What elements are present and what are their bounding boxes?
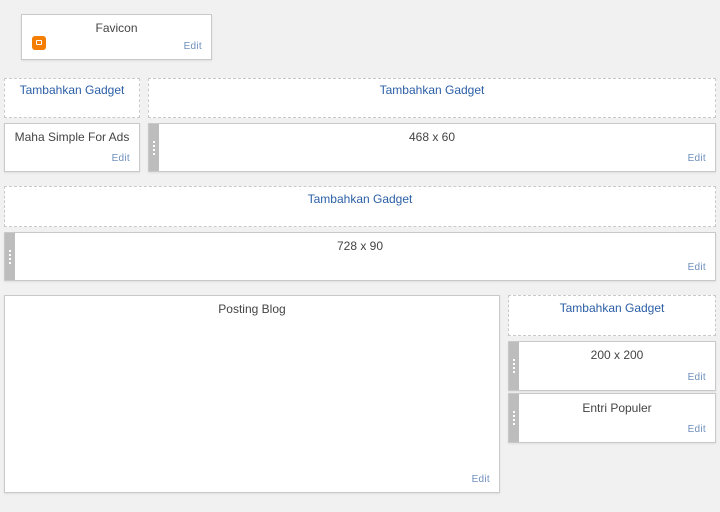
add-gadget-link[interactable]: Tambahkan Gadget bbox=[380, 83, 485, 97]
add-gadget-link[interactable]: Tambahkan Gadget bbox=[308, 192, 413, 206]
add-gadget-header-left: Tambahkan Gadget bbox=[4, 78, 140, 118]
header-title-edit-link[interactable]: Edit bbox=[112, 153, 130, 164]
header-ad-gadget: 468 x 60 Edit bbox=[148, 123, 716, 172]
favicon-edit-link[interactable]: Edit bbox=[184, 41, 202, 52]
crosscol-ad-edit-link[interactable]: Edit bbox=[688, 262, 706, 273]
favicon-gadget: Favicon Edit bbox=[21, 14, 212, 60]
add-gadget-sidebar: Tambahkan Gadget bbox=[508, 295, 716, 336]
drag-handle[interactable] bbox=[509, 394, 519, 442]
header-title-label: Maha Simple For Ads bbox=[14, 130, 130, 144]
header-ad-label: 468 x 60 bbox=[408, 130, 456, 144]
blog-posts-gadget: Posting Blog Edit bbox=[4, 295, 500, 493]
blog-posts-edit-link[interactable]: Edit bbox=[472, 474, 490, 485]
sidebar-ad-label: 200 x 200 bbox=[590, 348, 644, 362]
crosscol-ad-label: 728 x 90 bbox=[336, 239, 384, 253]
popular-posts-label: Entri Populer bbox=[582, 401, 652, 415]
sidebar-ad-edit-link[interactable]: Edit bbox=[688, 372, 706, 383]
add-gadget-link[interactable]: Tambahkan Gadget bbox=[20, 83, 125, 97]
blog-posts-label: Posting Blog bbox=[218, 302, 286, 316]
crosscol-ad-gadget: 728 x 90 Edit bbox=[4, 232, 716, 281]
sidebar-ad-gadget: 200 x 200 Edit bbox=[508, 341, 716, 391]
popular-posts-gadget: Entri Populer Edit bbox=[508, 393, 716, 443]
add-gadget-header-right: Tambahkan Gadget bbox=[148, 78, 716, 118]
header-title-gadget: Maha Simple For Ads Edit bbox=[4, 123, 140, 172]
add-gadget-link[interactable]: Tambahkan Gadget bbox=[560, 301, 665, 315]
favicon-title: Favicon bbox=[95, 21, 138, 35]
add-gadget-crosscol: Tambahkan Gadget bbox=[4, 186, 716, 227]
blogger-icon bbox=[32, 36, 46, 50]
header-ad-edit-link[interactable]: Edit bbox=[688, 153, 706, 164]
drag-handle[interactable] bbox=[509, 342, 519, 390]
popular-posts-edit-link[interactable]: Edit bbox=[688, 424, 706, 435]
